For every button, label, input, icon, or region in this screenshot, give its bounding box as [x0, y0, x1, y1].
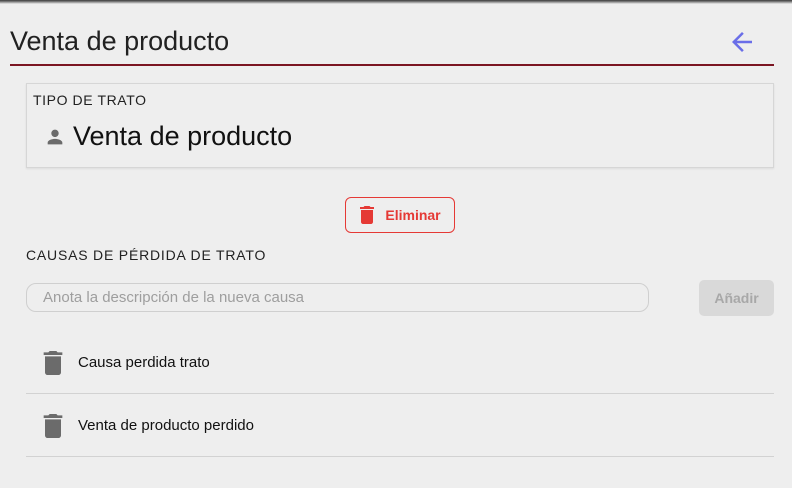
top-bar-shadow [0, 0, 792, 4]
trash-icon[interactable] [42, 414, 64, 438]
delete-button-label: Eliminar [385, 207, 441, 223]
deal-type-label: TIPO DE TRATO [33, 92, 147, 108]
trash-icon [360, 206, 375, 224]
add-cause-button[interactable]: Añadir [699, 280, 774, 316]
back-button[interactable] [726, 26, 758, 58]
person-icon [47, 129, 63, 145]
cause-text: Venta de producto perdido [78, 417, 254, 434]
page-title: Venta de producto [10, 26, 230, 56]
arrow-left-icon [732, 32, 752, 52]
deal-type-card: TIPO DE TRATO Venta de producto [26, 83, 774, 168]
new-cause-input[interactable] [26, 283, 649, 312]
cause-text: Causa perdida trato [78, 354, 210, 371]
add-cause-button-label: Añadir [714, 290, 759, 306]
page-header: Venta de producto [10, 22, 774, 66]
loss-causes-title: CAUSAS DE PÉRDIDA DE TRATO [26, 247, 267, 263]
loss-causes-list: Causa perdida trato Venta de producto pe… [26, 331, 774, 457]
deal-type-value: Venta de producto [73, 121, 293, 151]
list-item: Causa perdida trato [26, 331, 774, 394]
delete-button[interactable]: Eliminar [345, 197, 455, 233]
trash-icon[interactable] [42, 351, 64, 375]
list-item: Venta de producto perdido [26, 394, 774, 457]
